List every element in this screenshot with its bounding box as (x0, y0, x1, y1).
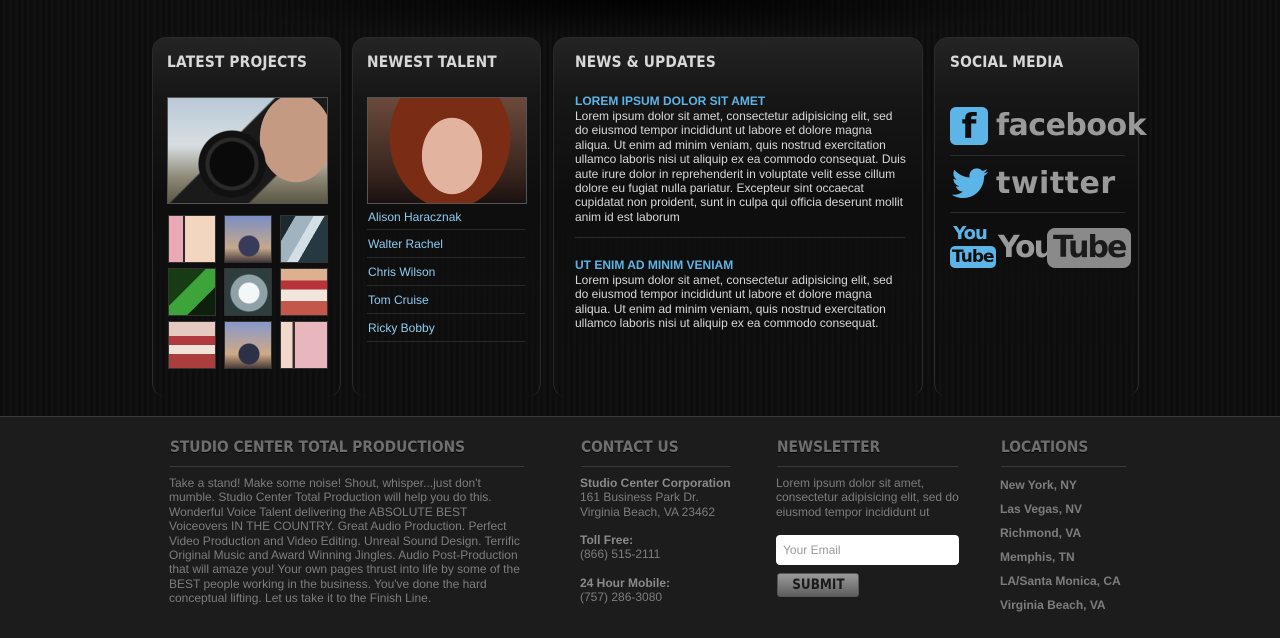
talent-photo[interactable] (367, 97, 527, 204)
news-item: UT ENIM AD MINIM VENIAM Lorem ipsum dolo… (575, 258, 908, 331)
tollfree-label: Toll Free: (580, 533, 634, 547)
social-media-panel: SOCIAL MEDIA f facebook twitter You Tube… (934, 37, 1147, 397)
location-item[interactable]: Memphis, TN (1000, 545, 1121, 569)
facebook-link[interactable]: f facebook (950, 106, 1147, 147)
footer-rule (170, 466, 524, 467)
youtube-wordmark-tube: Tube (1047, 228, 1132, 268)
location-item[interactable]: Richmond, VA (1000, 521, 1121, 545)
social-divider (950, 155, 1125, 156)
news-divider (575, 237, 905, 238)
youtube-wordmark-you: You (998, 230, 1055, 265)
contact-address-line: Virginia Beach, VA 23462 (580, 504, 715, 519)
facebook-wordmark: facebook (996, 108, 1147, 143)
youtube-icon-tube: Tube (950, 246, 996, 268)
youtube-icon: You Tube (950, 223, 996, 270)
location-item[interactable]: New York, NY (1000, 473, 1121, 497)
newest-talent-title: NEWEST TALENT (367, 52, 497, 71)
project-thumbnail[interactable] (280, 321, 328, 369)
newsletter-text: Lorem ipsum dolor sit amet, consectetur … (776, 476, 959, 519)
news-headline-link[interactable]: LOREM IPSUM DOLOR SIT AMET (575, 94, 908, 109)
project-thumbnail[interactable] (168, 215, 216, 263)
project-thumbnail[interactable] (280, 268, 328, 316)
about-text: Take a stand! Make some noise! Shout, wh… (169, 476, 520, 606)
latest-projects-title: LATEST PROJECTS (167, 52, 308, 71)
twitter-bird-icon (951, 168, 988, 198)
location-item[interactable]: LA/Santa Monica, CA (1000, 569, 1121, 593)
contact-address: Studio Center Corporation 161 Business P… (580, 476, 731, 519)
latest-projects-panel: LATEST PROJECTS (152, 37, 341, 397)
youtube-icon-you: You (953, 223, 988, 244)
project-thumbnail[interactable] (168, 321, 216, 369)
project-thumbnail[interactable] (280, 215, 328, 263)
footer-rule (777, 466, 958, 467)
talent-list: Alison Haracznak Walter Rachel Chris Wil… (367, 204, 525, 342)
contact-title: CONTACT US (581, 437, 679, 456)
youtube-link[interactable]: You Tube You Tube (950, 223, 1132, 270)
social-media-title: SOCIAL MEDIA (950, 52, 1064, 71)
news-body: Lorem ipsum dolor sit amet, consectetur … (575, 109, 906, 224)
mobile-label: 24 Hour Mobile: (580, 576, 671, 590)
social-divider (950, 212, 1125, 213)
newest-talent-panel: NEWEST TALENT Alison Haracznak Walter Ra… (352, 37, 541, 397)
facebook-icon: f (950, 107, 988, 147)
contact-mobile: 24 Hour Mobile: (757) 286-3080 (580, 576, 670, 605)
tollfree-number: (866) 515-2111 (580, 547, 661, 562)
news-headline-link[interactable]: UT ENIM AD MINIM VENIAM (575, 258, 908, 273)
twitter-wordmark: twitter (996, 166, 1116, 201)
news-item: LOREM IPSUM DOLOR SIT AMET Lorem ipsum d… (575, 94, 908, 224)
contact-company: Studio Center Corporation (580, 476, 731, 490)
featured-project-image[interactable] (167, 97, 328, 204)
news-title: NEWS & UPDATES (575, 52, 716, 71)
project-thumbnail[interactable] (224, 268, 272, 316)
contact-tollfree: Toll Free: (866) 515-2111 (580, 533, 660, 562)
location-item[interactable]: Virginia Beach, VA (1000, 593, 1121, 617)
submit-label: SUBMIT (791, 577, 845, 593)
newsletter-email-input[interactable] (776, 535, 959, 565)
talent-link[interactable]: Walter Rachel (367, 230, 525, 258)
talent-link[interactable]: Alison Haracznak (367, 204, 525, 230)
news-body: Lorem ipsum dolor sit amet, consectetur … (575, 273, 893, 331)
talent-link[interactable]: Chris Wilson (367, 258, 525, 286)
news-panel: NEWS & UPDATES LOREM IPSUM DOLOR SIT AME… (553, 37, 923, 397)
locations-title: LOCATIONS (1001, 437, 1089, 456)
contact-address-line: 161 Business Park Dr. (580, 490, 699, 505)
project-thumbnail[interactable] (224, 215, 272, 263)
talent-link[interactable]: Ricky Bobby (367, 314, 525, 342)
locations-list: New York, NY Las Vegas, NV Richmond, VA … (1000, 473, 1121, 617)
talent-link[interactable]: Tom Cruise (367, 286, 525, 314)
newsletter-title: NEWSLETTER (777, 437, 881, 456)
footer-rule (581, 466, 731, 467)
newsletter-submit-button[interactable]: SUBMIT (777, 573, 859, 597)
about-title: STUDIO CENTER TOTAL PRODUCTIONS (170, 437, 465, 456)
twitter-link[interactable]: twitter (950, 166, 1125, 202)
project-thumbnails (168, 215, 328, 369)
footer-rule (1001, 466, 1126, 467)
location-item[interactable]: Las Vegas, NV (1000, 497, 1121, 521)
project-thumbnail[interactable] (168, 268, 216, 316)
project-thumbnail[interactable] (224, 321, 272, 369)
mobile-number: (757) 286-3080 (580, 590, 663, 605)
